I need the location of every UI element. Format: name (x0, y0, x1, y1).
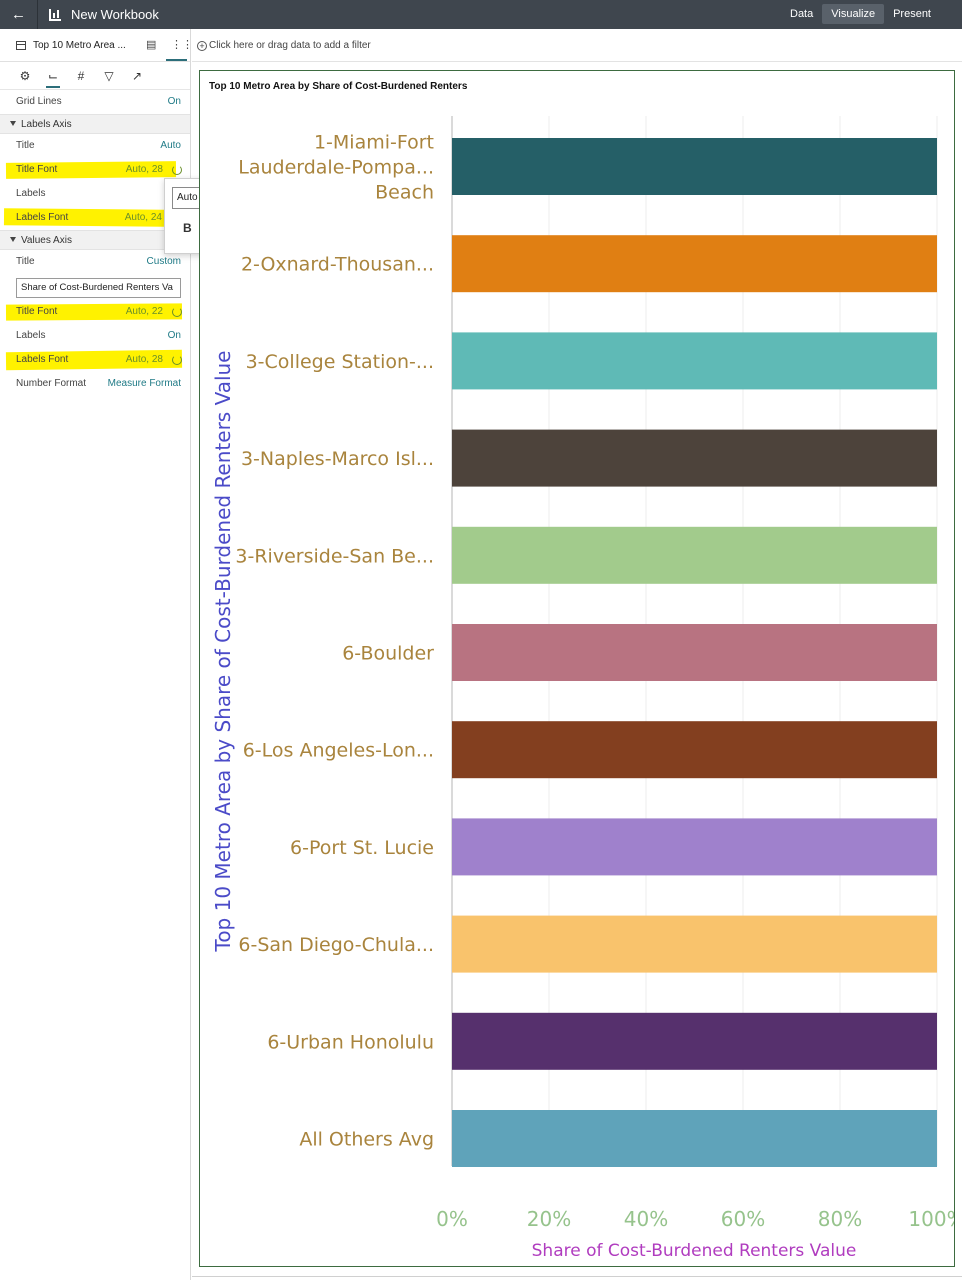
category-label: 3-College Station-... (246, 351, 434, 373)
labels-axis-labels-font-row[interactable]: Labels Font Auto, 24 (0, 206, 190, 230)
grid-lines-row[interactable]: Grid Lines On (0, 90, 190, 114)
values-icon[interactable]: # (74, 69, 88, 83)
bold-button[interactable]: B (183, 221, 192, 235)
tab-present[interactable]: Present (884, 4, 940, 24)
analytics-icon[interactable]: ↗ (130, 69, 144, 83)
axis-icon[interactable]: ⌙ (46, 64, 60, 88)
reset-icon[interactable] (172, 355, 182, 365)
add-filter-icon[interactable]: + (197, 41, 207, 51)
category-label: Lauderdale-Pompa... (238, 157, 434, 179)
values-axis-title-label: Title (16, 256, 35, 267)
grid-lines-value[interactable]: On (168, 90, 181, 114)
bar[interactable] (452, 429, 937, 487)
bar[interactable] (452, 721, 937, 779)
x-axis-title: Share of Cost-Burdened Renters Value (532, 1241, 857, 1261)
mode-switcher: Data Visualize Present (781, 4, 940, 24)
x-tick-label: 80% (818, 1207, 862, 1231)
viz-name[interactable]: Top 10 Metro Area ... (33, 40, 126, 51)
active-tab-indicator (166, 59, 187, 61)
viz-header: Top 10 Metro Area ... ▤ ⋮⋮ (0, 29, 193, 62)
filter-bar[interactable]: + Click here or drag data to add a filter (192, 29, 962, 62)
workbook-title: New Workbook (71, 7, 159, 22)
values-axis-labels-font-value[interactable]: Auto, 28 (126, 348, 163, 372)
category-label: 6-Port St. Lucie (290, 837, 434, 859)
bar[interactable] (452, 138, 937, 195)
properties-panel: Top 10 Metro Area ... ▤ ⋮⋮ ⚙ ⌙ # ▽ ↗ Gri… (0, 29, 193, 1280)
x-tick-label: 0% (436, 1207, 468, 1231)
category-label: 3-Naples-Marco Isl... (241, 448, 434, 470)
category-label: All Others Avg (299, 1129, 434, 1151)
bar[interactable] (452, 818, 937, 876)
category-label: 6-Boulder (342, 643, 434, 665)
number-format-value[interactable]: Measure Format (108, 372, 181, 396)
bar[interactable] (452, 624, 937, 681)
labels-axis-title-font-label: Title Font (16, 164, 58, 175)
bar[interactable] (452, 332, 937, 390)
category-label: 6-Urban Honolulu (267, 1031, 434, 1053)
values-axis-labels-label: Labels (16, 330, 46, 341)
bar[interactable] (452, 1012, 937, 1070)
bar[interactable] (452, 1110, 937, 1167)
bar[interactable] (452, 235, 937, 293)
bar-chart[interactable]: 1-Miami-Fort Lauderdale-Pompa... Beach 2-Ox… (200, 71, 954, 1266)
x-tick-label: 40% (624, 1207, 668, 1231)
workbook-icon (49, 8, 61, 21)
category-label: Beach (375, 182, 434, 204)
values-axis-header: Values Axis (21, 235, 72, 246)
number-format-row[interactable]: Number Format Measure Format (0, 372, 190, 396)
values-axis-labels-font-label: Labels Font (16, 354, 69, 365)
values-axis-title-font-row[interactable]: Title Font Auto, 22 (0, 300, 190, 324)
table-icon (16, 40, 26, 50)
font-family-value: Auto (177, 192, 198, 203)
x-tick-label: 20% (527, 1207, 571, 1231)
labels-axis-labels-row[interactable]: Labels (0, 182, 190, 206)
reset-icon[interactable] (172, 307, 182, 317)
labels-axis-labels-font-label: Labels Font (16, 212, 69, 223)
category-label: 6-Los Angeles-Lon... (243, 740, 434, 762)
values-axis-labels-value[interactable]: On (168, 324, 181, 348)
labels-axis-title-row[interactable]: Title Auto (0, 134, 190, 158)
tab-visualize[interactable]: Visualize (822, 4, 885, 24)
top-bar: ← New Workbook Data Visualize Present (0, 0, 962, 29)
category-label: 6-San Diego-Chula... (238, 934, 434, 956)
labels-axis-labels-font-value[interactable]: Auto, 24 (125, 206, 162, 230)
bar[interactable] (452, 526, 937, 584)
visualization-canvas[interactable]: Top 10 Metro Area by Share of Cost-Burde… (199, 70, 955, 1267)
labels-axis-title-font-value[interactable]: Auto, 28 (126, 158, 163, 182)
values-axis-title-input[interactable]: Share of Cost-Burdened Renters Va (16, 278, 181, 298)
bar[interactable] (452, 915, 937, 973)
labels-axis-section[interactable]: Labels Axis (0, 114, 190, 134)
category-label: 1-Miami-Fort (314, 132, 434, 154)
collapse-triangle-icon (10, 121, 16, 126)
category-label: 3-Riverside-San Be... (235, 545, 434, 567)
values-axis-section[interactable]: Values Axis (0, 230, 190, 250)
property-tabs: ⚙ ⌙ # ▽ ↗ (0, 62, 190, 90)
values-axis-labels-row[interactable]: Labels On (0, 324, 190, 348)
labels-axis-title-value[interactable]: Auto (160, 134, 181, 158)
grammar-icon[interactable]: ▤ (146, 38, 156, 51)
back-arrow-icon[interactable]: ← (0, 0, 38, 29)
y-axis-title: Top 10 Metro Area by Share of Cost-Burde… (211, 351, 235, 953)
values-axis-title-row[interactable]: Title Custom (0, 250, 190, 274)
general-icon[interactable]: ⚙ (18, 69, 32, 83)
values-axis-title-font-value[interactable]: Auto, 22 (126, 300, 163, 324)
reset-icon[interactable] (172, 165, 182, 175)
filter-icon[interactable]: ▽ (102, 69, 116, 83)
collapse-triangle-icon (10, 237, 16, 242)
x-tick-label: 60% (721, 1207, 765, 1231)
grid-lines-label: Grid Lines (16, 96, 62, 107)
labels-axis-labels-label: Labels (16, 188, 46, 199)
tab-data[interactable]: Data (781, 4, 822, 24)
category-label: 2-Oxnard-Thousan... (241, 254, 434, 276)
values-axis-title-font-label: Title Font (16, 306, 58, 317)
labels-axis-title-label: Title (16, 140, 35, 151)
filter-bar-text: Click here or drag data to add a filter (209, 40, 371, 51)
canvas-divider (192, 1276, 962, 1277)
values-axis-labels-font-row[interactable]: Labels Font Auto, 28 (0, 348, 190, 372)
number-format-label: Number Format (16, 378, 87, 389)
labels-axis-header: Labels Axis (21, 119, 72, 130)
labels-axis-title-font-row[interactable]: Title Font Auto, 28 (0, 158, 190, 182)
x-tick-label: 100% (908, 1207, 954, 1231)
properties-icon[interactable]: ⋮⋮ (171, 38, 193, 51)
